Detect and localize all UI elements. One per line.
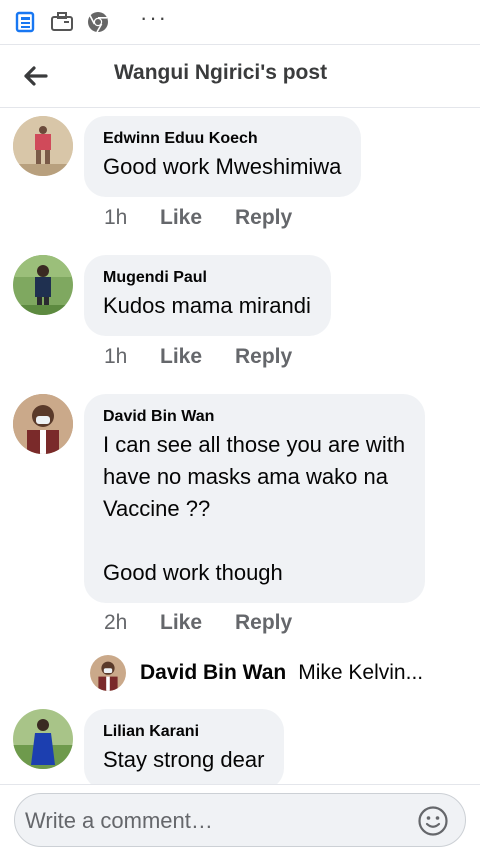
comment-text: Stay strong dear <box>103 747 265 772</box>
comment-text: Kudos mama mirandi <box>103 293 311 318</box>
avatar[interactable] <box>13 394 73 454</box>
comment-bubble: Mugendi Paul Kudos mama mirandi <box>84 255 331 336</box>
reply-button[interactable]: Reply <box>235 611 292 635</box>
avatar[interactable] <box>90 655 126 691</box>
more-icon[interactable]: ··· <box>140 5 168 31</box>
comment-time[interactable]: 1h <box>104 206 160 230</box>
comment-composer <box>0 784 480 854</box>
avatar[interactable] <box>13 709 73 769</box>
comment-bubble: David Bin Wan I can see all those you ar… <box>84 394 426 603</box>
reply-preview[interactable]: David Bin Wan Mike Kelvin... <box>90 654 423 692</box>
post-header: Wangui Ngirici's post <box>0 44 480 108</box>
comment-time[interactable]: 1h <box>104 345 160 369</box>
comment-author[interactable]: Edwinn Eduu Koech <box>103 129 341 149</box>
comment-author[interactable]: David Bin Wan <box>103 407 405 427</box>
comment-text: I can see all those you are with have no… <box>103 432 406 585</box>
page-title: Wangui Ngirici's post <box>114 61 328 84</box>
avatar[interactable] <box>13 116 73 176</box>
comment-author[interactable]: Mugendi Paul <box>103 268 311 288</box>
news-icon <box>14 10 38 34</box>
emoji-icon[interactable] <box>417 805 449 837</box>
comment-text: Good work Mweshimiwa <box>103 154 342 179</box>
status-bar: ··· <box>0 0 480 44</box>
reply-button[interactable]: Reply <box>235 345 292 369</box>
comment-actions: 1h Like Reply <box>104 345 292 369</box>
comment-input-box[interactable] <box>14 793 466 847</box>
comment-bubble: Lilian Karani Stay strong dear <box>84 709 285 784</box>
comment-actions: 1h Like Reply <box>104 206 292 230</box>
reply-author[interactable]: David Bin Wan <box>140 661 286 685</box>
comment-author[interactable]: Lilian Karani <box>103 722 264 742</box>
chrome-icon <box>86 10 110 34</box>
comment-bubble: Edwinn Eduu Koech Good work Mweshimiwa <box>84 116 362 197</box>
back-arrow-icon[interactable] <box>18 59 52 93</box>
comment-time[interactable]: 2h <box>104 611 160 635</box>
comment-actions: 2h Like Reply <box>104 611 292 635</box>
like-button[interactable]: Like <box>160 611 235 635</box>
avatar[interactable] <box>13 255 73 315</box>
reply-text: Mike Kelvin... <box>298 661 424 684</box>
comment-input[interactable] <box>25 806 405 836</box>
like-button[interactable]: Like <box>160 206 235 230</box>
reply-button[interactable]: Reply <box>235 206 292 230</box>
comment-list[interactable]: Edwinn Eduu Koech Good work Mweshimiwa 1… <box>0 108 480 784</box>
like-button[interactable]: Like <box>160 345 235 369</box>
briefcase-icon <box>50 10 74 34</box>
